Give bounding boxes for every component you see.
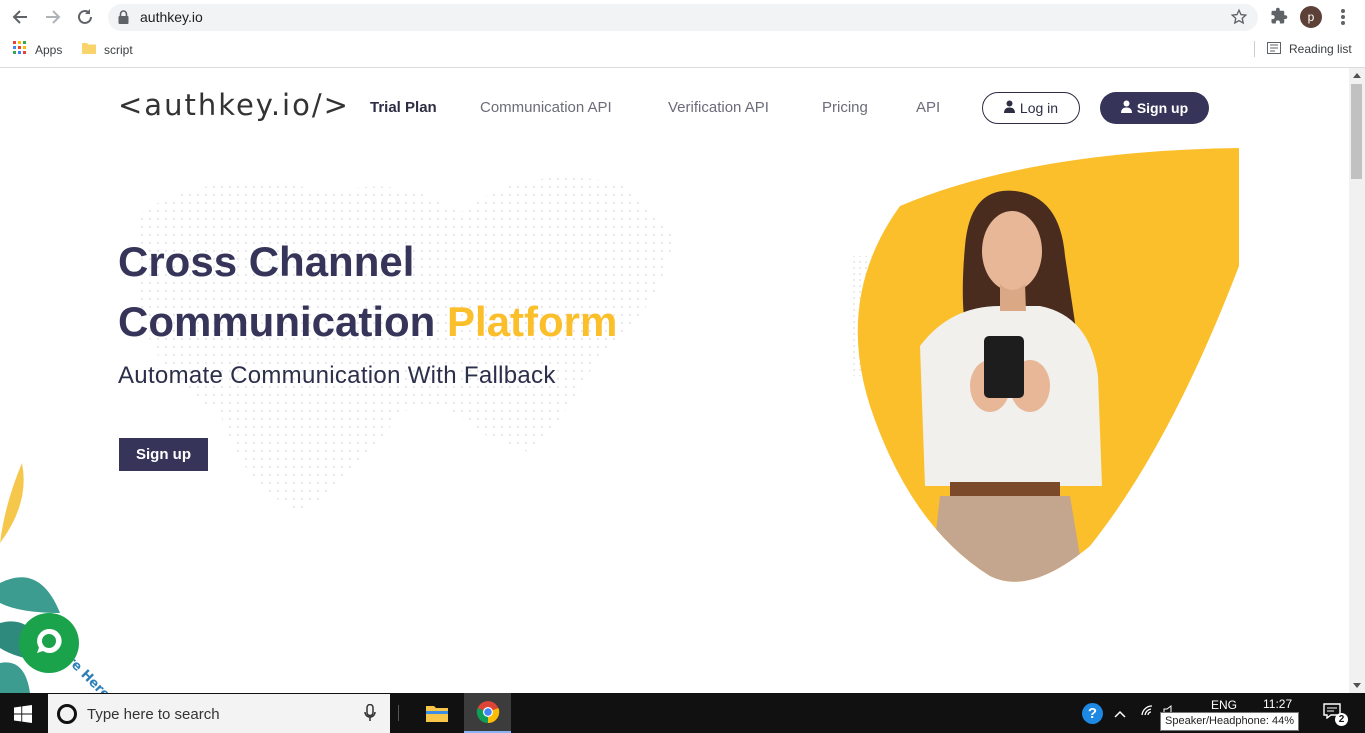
folder-icon [82,41,96,58]
nav-communication-api[interactable]: Communication API [480,99,612,116]
world-map-dots-background [140,177,675,513]
hero-title-line2: Communication [118,298,448,345]
nav-trial-plan[interactable]: Trial Plan [370,99,437,116]
browser-menu-icon[interactable] [1336,6,1350,28]
windows-start-icon[interactable] [14,705,32,728]
nav-pricing[interactable]: Pricing [822,99,868,116]
help-question-icon[interactable]: ? [1082,703,1103,724]
show-hidden-icons-chevron-icon[interactable] [1114,707,1126,721]
input-language[interactable]: ENG [1211,698,1237,712]
nav-verification-api[interactable]: Verification API [668,99,769,116]
hero-woman-with-phone-image [850,148,1239,582]
reading-list[interactable]: Reading list [1254,41,1352,57]
signup-header-button[interactable]: Sign up [1100,92,1209,124]
apps-grid-icon [13,41,27,58]
hero-title: Cross Channel Communication Platform [118,232,617,352]
microphone-icon[interactable] [364,703,376,727]
forward-icon[interactable] [42,6,64,28]
scroll-up-arrow-icon[interactable] [1353,73,1361,78]
hero-title-highlight: Platform [447,298,618,345]
bookmark-apps[interactable]: Apps [13,41,62,58]
cortana-circle-icon [57,704,77,724]
divider [398,705,399,721]
reload-icon[interactable] [74,6,96,28]
reading-list-icon [1267,41,1281,57]
chrome-taskbar-icon[interactable] [464,693,511,733]
site-logo[interactable]: <authkey.io/> [118,88,350,122]
chat-widget-button[interactable] [19,613,79,673]
hero-title-line1: Cross Channel [118,238,415,285]
hero-subtitle: Automate Communication With Fallback [118,362,556,389]
signup-label: Sign up [1136,100,1189,116]
nav-api[interactable]: API [916,99,940,116]
search-placeholder: Type here to search [87,706,220,723]
bookmark-script[interactable]: script [82,41,133,58]
scroll-down-arrow-icon[interactable] [1353,683,1361,688]
scrollbar-thumb[interactable] [1351,84,1362,179]
user-icon [1003,100,1015,116]
bookmark-star-icon[interactable] [1230,8,1248,31]
login-button[interactable]: Log in [982,92,1080,124]
taskbar-search-box[interactable]: Type here to search [48,694,390,733]
wifi-icon[interactable] [1141,705,1155,720]
chrome-icon [476,701,499,724]
address-bar[interactable]: authkey.io [108,4,1258,31]
file-explorer-icon[interactable] [426,703,448,728]
bookmark-label: Apps [35,42,63,57]
bookmark-label: script [104,42,133,57]
lock-icon [118,10,129,29]
browser-chrome: authkey.io p Apps script Reading list [0,0,1365,68]
page-scrollbar[interactable] [1349,68,1365,693]
taskbar-clock[interactable]: 11:27 [1263,697,1292,711]
divider [1254,41,1255,57]
login-label: Log in [1019,100,1059,116]
user-icon [1120,100,1132,116]
extensions-puzzle-icon[interactable] [1270,7,1288,30]
back-icon[interactable] [9,6,31,28]
profile-avatar[interactable]: p [1300,6,1322,28]
web-page: <authkey.io/> Trial Plan Communication A… [0,68,1349,693]
chat-bubble-icon [34,626,64,661]
bookmarks-bar: Apps script Reading list [0,40,1365,60]
volume-tooltip: Speaker/Headphone: 44% [1160,712,1300,731]
notification-count-badge: 2 [1335,713,1348,726]
reading-list-label: Reading list [1289,42,1352,56]
hero-signup-button[interactable]: Sign up [119,438,208,471]
url-text[interactable]: authkey.io [140,9,203,25]
